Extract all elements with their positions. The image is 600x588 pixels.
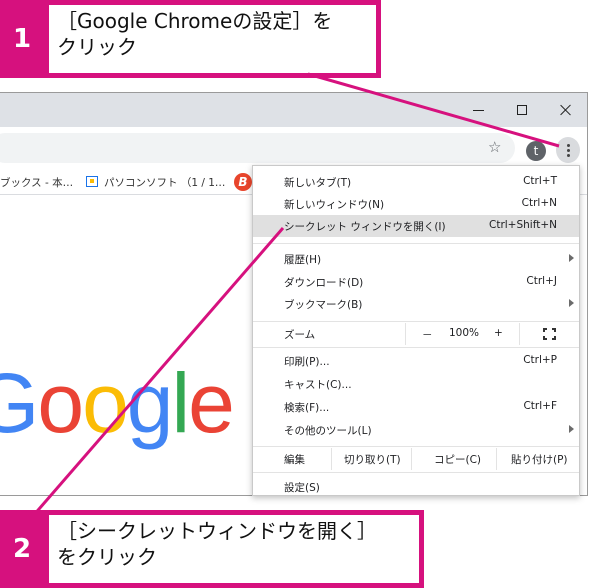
paste-label: 貼り付け(P) xyxy=(511,454,568,466)
zoom-out-button[interactable]: － xyxy=(422,327,433,342)
toolbar: ☆ xyxy=(0,127,587,169)
menu-divider xyxy=(253,347,579,348)
edit-label: 編集 xyxy=(284,454,305,466)
menu-divider xyxy=(253,446,579,447)
menu-item-label: 検索(F)... xyxy=(284,402,330,414)
menu-item-label: 新しいウィンドウ(N) xyxy=(284,199,385,211)
menu-item-label: キャスト(C)... xyxy=(284,379,352,391)
maximize-button[interactable] xyxy=(500,93,544,127)
menu-item-new-window[interactable]: 新しいウィンドウ(N) Ctrl+N xyxy=(253,193,579,215)
close-button[interactable] xyxy=(544,93,587,127)
google-logo: Google xyxy=(0,356,235,450)
menu-item-settings[interactable]: 設定(S) xyxy=(253,476,579,495)
menu-item-shortcut: Ctrl+P xyxy=(523,354,557,366)
bookmark-star-icon[interactable]: ☆ xyxy=(488,138,501,156)
bookmark-favicon-icon[interactable]: B xyxy=(234,173,252,191)
profile-avatar[interactable]: t xyxy=(526,141,546,161)
menu-item-new-tab[interactable]: 新しいタブ(T) Ctrl+T xyxy=(253,171,579,193)
menu-item-history[interactable]: 履歴(H) xyxy=(253,248,579,270)
menu-item-label: ブックマーク(B) xyxy=(284,299,363,311)
kebab-dot xyxy=(566,143,570,147)
cut-button[interactable]: 切り取り(T) xyxy=(331,448,411,470)
menu-item-shortcut: Ctrl+T xyxy=(523,175,557,187)
chrome-main-menu: 新しいタブ(T) Ctrl+T 新しいウィンドウ(N) Ctrl+N シークレッ… xyxy=(252,165,580,496)
menu-item-label: シークレット ウィンドウを開く(I) xyxy=(284,221,446,233)
zoom-controls: － 100% xyxy=(405,323,499,345)
menu-item-print[interactable]: 印刷(P)... Ctrl+P xyxy=(253,350,579,372)
instruction-line: ［Google Chromeの設定］を xyxy=(57,9,333,33)
close-icon xyxy=(560,104,572,116)
menu-item-incognito-window[interactable]: シークレット ウィンドウを開く(I) Ctrl+Shift+N xyxy=(253,215,579,237)
menu-item-shortcut: Ctrl+J xyxy=(526,275,557,287)
menu-divider xyxy=(253,472,579,473)
menu-item-label: 履歴(H) xyxy=(284,254,322,266)
chrome-settings-menu-button[interactable] xyxy=(556,137,580,163)
menu-edit-row: 編集 切り取り(T) コピー(C) 貼り付け(P) xyxy=(253,448,579,470)
menu-zoom-row: ズーム － 100% + xyxy=(253,323,579,345)
menu-item-find[interactable]: 検索(F)... Ctrl+F xyxy=(253,396,579,418)
title-bar xyxy=(0,93,587,127)
cut-label: 切り取り(T) xyxy=(344,454,401,466)
zoom-label: ズーム xyxy=(284,329,316,341)
instruction-line: ［シークレットウィンドウを開く］ xyxy=(57,519,377,543)
step-number: 1 xyxy=(0,0,44,78)
menu-item-label: その他のツール(L) xyxy=(284,425,372,437)
menu-item-label: 印刷(P)... xyxy=(284,356,330,368)
menu-item-shortcut: Ctrl+N xyxy=(521,197,557,209)
callout-step-2: 2 ［シークレットウィンドウを開く］ をクリック xyxy=(0,510,424,588)
minimize-icon xyxy=(472,109,484,111)
submenu-arrow-icon xyxy=(569,254,574,262)
menu-divider xyxy=(253,321,579,322)
callout-step-1: 1 ［Google Chromeの設定］を クリック xyxy=(0,0,381,78)
step-number: 2 xyxy=(0,510,44,588)
menu-item-shortcut: Ctrl+F xyxy=(523,400,557,412)
menu-item-label: ダウンロード(D) xyxy=(284,277,364,289)
fullscreen-cell xyxy=(519,323,579,345)
kebab-dot xyxy=(566,153,570,157)
paste-button[interactable]: 貼り付け(P) xyxy=(496,448,579,470)
menu-item-cast[interactable]: キャスト(C)... xyxy=(253,373,579,395)
menu-item-downloads[interactable]: ダウンロード(D) Ctrl+J xyxy=(253,271,579,293)
instruction-line: クリック xyxy=(57,35,137,59)
fullscreen-icon[interactable] xyxy=(543,328,556,340)
copy-label: コピー(C) xyxy=(434,454,482,466)
menu-item-label: 新しいタブ(T) xyxy=(284,177,352,189)
menu-item-bookmarks[interactable]: ブックマーク(B) xyxy=(253,293,579,315)
copy-button[interactable]: コピー(C) xyxy=(411,448,496,470)
bookmark-favicon-icon xyxy=(86,176,98,187)
minimize-button[interactable] xyxy=(456,93,500,127)
submenu-arrow-icon xyxy=(569,425,574,433)
maximize-icon xyxy=(517,105,527,115)
zoom-level: 100% xyxy=(449,327,480,339)
menu-item-shortcut: Ctrl+Shift+N xyxy=(489,219,557,231)
step-instruction: ［シークレットウィンドウを開く］ をクリック xyxy=(44,510,424,588)
submenu-arrow-icon xyxy=(569,299,574,307)
kebab-dot xyxy=(566,148,570,152)
instruction-line: をクリック xyxy=(57,545,157,569)
zoom-in-button[interactable]: + xyxy=(494,327,503,339)
zoom-plus-cell: + xyxy=(489,323,519,345)
step-instruction: ［Google Chromeの設定］を クリック xyxy=(44,0,381,78)
bookmark-item[interactable]: パソコンソフト （1 / 1… xyxy=(86,175,225,190)
bookmark-label: パソコンソフト （1 / 1… xyxy=(104,177,226,189)
address-bar[interactable] xyxy=(0,133,515,163)
bookmark-item[interactable]: ブックス - 本… xyxy=(0,175,73,190)
menu-item-more-tools[interactable]: その他のツール(L) xyxy=(253,419,579,441)
menu-item-label: 設定(S) xyxy=(284,482,320,494)
menu-divider xyxy=(253,243,579,244)
